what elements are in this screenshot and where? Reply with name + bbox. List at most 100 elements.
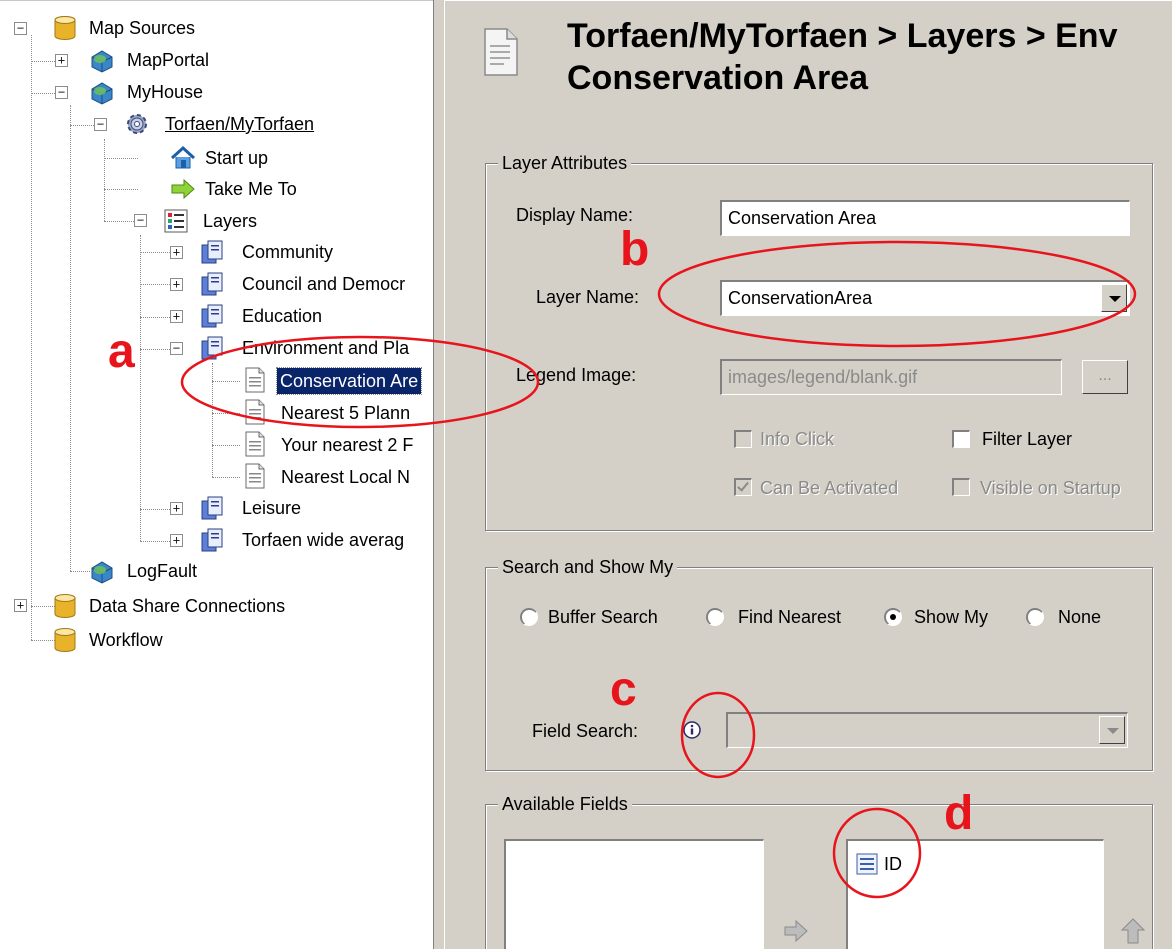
tree-item-torfaen[interactable]: Torfaen/MyTorfaen xyxy=(162,111,317,137)
expand-toggle[interactable]: + xyxy=(55,54,68,67)
search-show-group: Search and Show My Buffer Search Find Ne… xyxy=(485,555,1153,771)
collapse-toggle[interactable]: − xyxy=(14,22,27,35)
tree-connector xyxy=(70,105,71,571)
tree-connector xyxy=(140,252,170,253)
filter-layer-label: Filter Layer xyxy=(982,429,1073,449)
show-my-radio[interactable] xyxy=(884,608,902,626)
expand-toggle[interactable]: + xyxy=(170,310,183,323)
splitter[interactable] xyxy=(433,0,445,949)
layer-group-icon xyxy=(201,496,223,520)
collapse-toggle[interactable]: − xyxy=(55,86,68,99)
layer-name-select[interactable]: ConservationArea xyxy=(720,280,1130,316)
layer-name-value: ConservationArea xyxy=(728,288,873,308)
tree-item-torfaen-wide[interactable]: Torfaen wide averag xyxy=(239,527,407,553)
tree-item-community[interactable]: Community xyxy=(239,239,336,265)
can-be-activated-checkbox[interactable] xyxy=(734,478,752,496)
expand-toggle[interactable]: + xyxy=(170,246,183,259)
show-my-label: Show My xyxy=(914,607,989,627)
tree-item-workflow[interactable]: Workflow xyxy=(86,627,166,653)
annotation-label-d: d xyxy=(944,787,974,840)
tree-connector xyxy=(104,189,138,190)
available-fields-group: Available Fields ID xyxy=(485,792,1153,949)
properties-pane: Torfaen/MyTorfaen > Layers > Env Conserv… xyxy=(445,0,1172,949)
database-icon xyxy=(54,628,76,652)
layer-group-icon xyxy=(201,304,223,328)
tree-item-nearest-5[interactable]: Nearest 5 Plann xyxy=(278,400,413,426)
tree-item-take-me-to[interactable]: Take Me To xyxy=(202,176,300,202)
arrow-right-icon[interactable] xyxy=(782,917,810,945)
group-title: Search and Show My xyxy=(498,555,678,579)
collapse-toggle[interactable]: − xyxy=(134,214,147,227)
map-sources-tree[interactable]: − Map Sources + MapPortal − MyHouse − To… xyxy=(0,0,433,949)
tree-item-leisure[interactable]: Leisure xyxy=(239,495,304,521)
document-icon xyxy=(245,431,265,457)
tree-connector xyxy=(104,158,138,159)
tree-item-logfault[interactable]: LogFault xyxy=(124,558,200,584)
buffer-search-radio[interactable] xyxy=(520,608,538,626)
tree-item-environment[interactable]: Environment and Pla xyxy=(239,335,412,361)
tree-item-data-share[interactable]: Data Share Connections xyxy=(86,593,288,619)
globe-icon xyxy=(91,50,113,73)
globe-icon xyxy=(91,82,113,105)
document-icon xyxy=(245,463,265,489)
tree-connector xyxy=(212,413,240,414)
expand-toggle[interactable]: + xyxy=(14,599,27,612)
tree-item-mapportal[interactable]: MapPortal xyxy=(124,47,212,73)
chevron-down-icon[interactable] xyxy=(1101,284,1127,312)
field-search-label: Field Search: xyxy=(532,721,639,741)
tree-item-myhouse[interactable]: MyHouse xyxy=(124,79,206,105)
tree-item-your-nearest-2[interactable]: Your nearest 2 F xyxy=(278,432,416,458)
available-fields-list[interactable] xyxy=(504,839,764,949)
can-be-activated-label: Can Be Activated xyxy=(760,478,899,498)
find-nearest-radio[interactable] xyxy=(706,608,724,626)
tree-connector xyxy=(140,235,141,541)
tree-connector xyxy=(212,445,240,446)
legend-image-field[interactable]: images/legend/blank.gif xyxy=(720,359,1062,395)
layer-group-icon xyxy=(201,240,223,264)
info-click-checkbox[interactable] xyxy=(734,430,752,448)
tree-connector xyxy=(140,509,170,510)
expand-toggle[interactable]: + xyxy=(170,502,183,515)
group-title: Layer Attributes xyxy=(498,151,632,175)
visible-on-startup-checkbox[interactable] xyxy=(952,478,970,496)
tree-connector xyxy=(70,571,90,572)
field-search-select[interactable] xyxy=(726,712,1128,748)
tree-connector xyxy=(140,284,170,285)
tree-item-council[interactable]: Council and Democr xyxy=(239,271,408,297)
page-title: Torfaen/MyTorfaen > Layers > Env Conserv… xyxy=(567,17,1118,97)
tree-connector xyxy=(31,93,55,94)
collapse-toggle[interactable]: − xyxy=(170,342,183,355)
tree-item-start-up[interactable]: Start up xyxy=(202,145,271,171)
annotation-label-b: b xyxy=(620,223,650,276)
field-id-label: ID xyxy=(884,854,902,874)
layer-group-icon xyxy=(201,272,223,296)
tree-connector xyxy=(31,35,32,640)
none-label: None xyxy=(1058,607,1102,627)
legend-image-label: Legend Image: xyxy=(516,365,637,385)
field-icon xyxy=(856,853,878,875)
filter-layer-checkbox[interactable] xyxy=(952,430,970,448)
chevron-down-icon[interactable] xyxy=(1099,716,1125,744)
annotation-label-c: c xyxy=(610,663,637,716)
expand-toggle[interactable]: + xyxy=(170,278,183,291)
find-nearest-label: Find Nearest xyxy=(738,607,842,627)
layer-group-icon xyxy=(201,528,223,552)
tree-connector xyxy=(212,381,240,382)
expand-toggle[interactable]: + xyxy=(170,534,183,547)
tree-item-map-sources[interactable]: Map Sources xyxy=(86,15,198,41)
info-icon[interactable] xyxy=(682,720,702,740)
database-icon xyxy=(54,16,76,40)
browse-button[interactable]: ... xyxy=(1082,360,1128,394)
collapse-toggle[interactable]: − xyxy=(94,118,107,131)
display-name-field[interactable]: Conservation Area xyxy=(720,200,1130,236)
selected-fields-list[interactable]: ID xyxy=(846,839,1104,949)
tree-item-conservation-area[interactable]: Conservation Are xyxy=(275,367,423,395)
tree-item-nearest-local[interactable]: Nearest Local N xyxy=(278,464,413,490)
none-radio[interactable] xyxy=(1026,608,1044,626)
home-icon xyxy=(170,145,196,169)
tree-item-education[interactable]: Education xyxy=(239,303,325,329)
database-icon xyxy=(54,594,76,618)
arrow-up-icon[interactable] xyxy=(1120,917,1146,945)
tree-connector xyxy=(212,477,240,478)
tree-item-layers[interactable]: Layers xyxy=(200,208,260,234)
